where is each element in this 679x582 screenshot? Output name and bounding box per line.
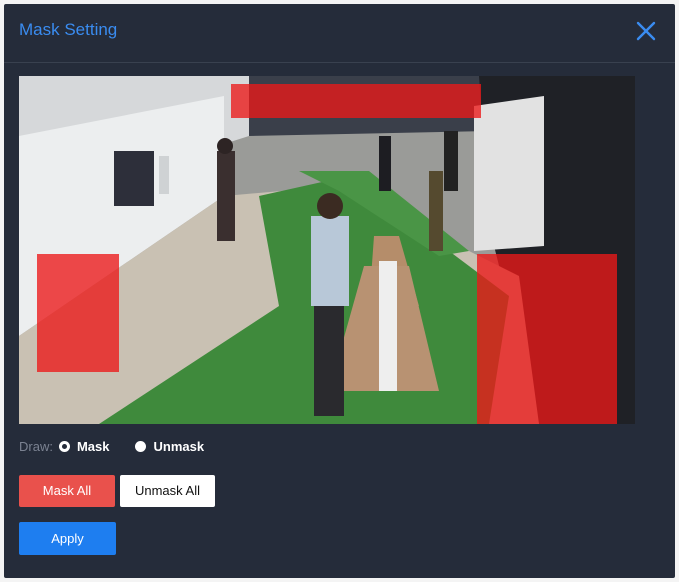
mask-region-right-seats[interactable]: [477, 254, 617, 424]
radio-mask[interactable]: Mask: [58, 438, 110, 454]
radio-unmask-label: Unmask: [153, 438, 205, 454]
radio-unmask-indicator[interactable]: [135, 440, 147, 452]
camera-preview[interactable]: [19, 76, 635, 424]
close-icon[interactable]: [633, 18, 659, 44]
dialog-header: Mask Setting: [4, 4, 675, 62]
radio-mask-indicator[interactable]: [58, 440, 70, 452]
mask-setting-dialog: Mask Setting Draw: Mask Unmask Mask All …: [4, 4, 675, 578]
mask-region-top-banner[interactable]: [231, 84, 481, 118]
mask-region-left-counter[interactable]: [37, 254, 119, 372]
draw-mode-row: Draw: Mask Unmask: [19, 436, 230, 456]
draw-label: Draw:: [19, 438, 53, 454]
radio-unmask[interactable]: Unmask: [135, 439, 204, 454]
header-divider: [4, 62, 675, 63]
apply-button[interactable]: Apply: [19, 522, 116, 555]
dialog-title: Mask Setting: [19, 20, 118, 39]
radio-mask-label: Mask: [76, 438, 110, 454]
unmask-all-button[interactable]: Unmask All: [120, 475, 215, 507]
mask-all-button[interactable]: Mask All: [19, 475, 115, 507]
